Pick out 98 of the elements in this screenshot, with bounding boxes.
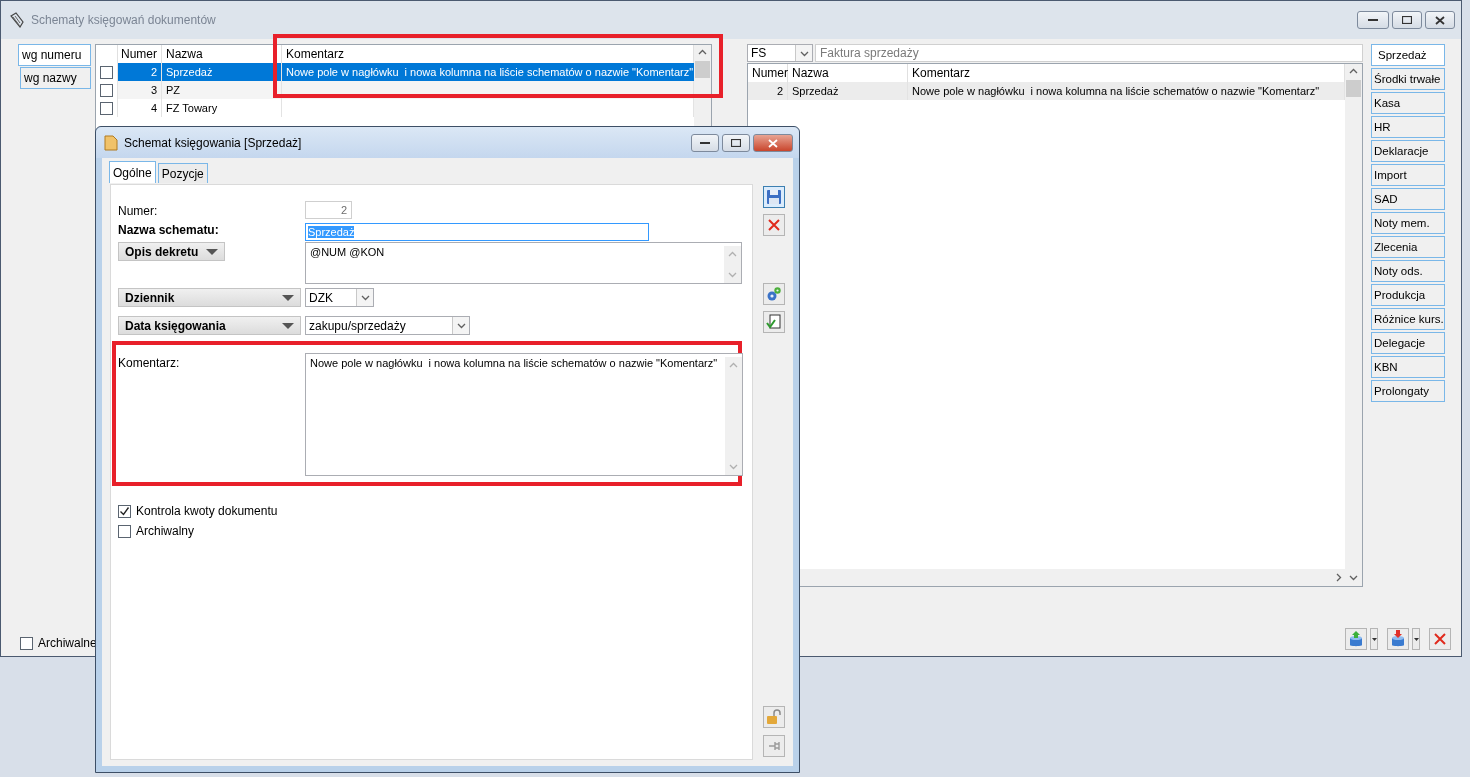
- caret-icon: [206, 248, 218, 255]
- tab[interactable]: Ogólne: [109, 161, 156, 183]
- caret-icon: [282, 294, 294, 301]
- settings-button[interactable]: [763, 283, 785, 305]
- dropdown-button[interactable]: [1412, 628, 1420, 650]
- dropdown-button[interactable]: Dziennik: [118, 288, 301, 307]
- checkbox[interactable]: [100, 101, 113, 115]
- comment-field[interactable]: Nowe pole w nagłówku i nowa kolumna na liście schematów o nazwie "Komentarz": [305, 353, 743, 476]
- checkbox[interactable]: [118, 504, 131, 518]
- pin-icon: [767, 739, 781, 753]
- table-cell: PZ: [162, 81, 282, 99]
- maximize-icon: [731, 139, 741, 147]
- chevron-up-icon: [729, 361, 738, 370]
- category-tab[interactable]: KBN: [1371, 356, 1445, 378]
- maximize-icon: [1402, 16, 1412, 24]
- table-cell: 3: [118, 81, 162, 99]
- journal-dropdown[interactable]: DZK: [305, 288, 374, 307]
- checkbox[interactable]: [100, 65, 113, 79]
- category-tab[interactable]: Zlecenia: [1371, 236, 1445, 258]
- caret-icon: [1371, 637, 1377, 641]
- category-tab[interactable]: Różnice kurs.: [1371, 308, 1445, 330]
- table-cell: 2: [118, 63, 162, 81]
- window-title: Schemat księgowania [Sprzedaż]: [124, 135, 303, 150]
- check-button[interactable]: [763, 311, 785, 333]
- maximize-button[interactable]: [722, 134, 750, 152]
- sort-tab[interactable]: wg nazwy: [20, 67, 91, 89]
- checkbox[interactable]: [118, 524, 131, 538]
- tab[interactable]: Pozycje: [157, 163, 208, 183]
- description-field[interactable]: @NUM @KON: [305, 242, 742, 284]
- category-tab[interactable]: HR: [1371, 116, 1445, 138]
- field-label: Numer:: [118, 203, 159, 218]
- field-label: Komentarz:: [118, 355, 181, 372]
- checkbox[interactable]: [100, 83, 113, 97]
- checkbox[interactable]: [20, 636, 33, 650]
- checkbox-label: Archiwalne: [38, 636, 97, 650]
- category-tab[interactable]: Deklaracje: [1371, 140, 1445, 162]
- table-cell: 2: [748, 82, 788, 100]
- delete-button[interactable]: [763, 214, 785, 236]
- category-tab[interactable]: Delegacje: [1371, 332, 1445, 354]
- close-icon: [1435, 15, 1445, 25]
- delete-icon: [767, 218, 781, 232]
- document-icon: [104, 134, 118, 151]
- table-cell: Sprzedaż: [788, 82, 908, 100]
- close-button[interactable]: [1425, 11, 1455, 29]
- field-label: Nazwa schematu:: [118, 223, 220, 237]
- chevron-down-icon: [1349, 573, 1358, 582]
- chevron-down-icon: [728, 270, 737, 279]
- scrollbar-thumb[interactable]: [1346, 80, 1361, 97]
- category-tab[interactable]: Środki trwałe: [1371, 68, 1445, 90]
- minimize-icon: [700, 141, 710, 145]
- maximize-button[interactable]: [1392, 11, 1422, 29]
- dropdown-button[interactable]: [1370, 628, 1378, 650]
- save-button[interactable]: [763, 186, 785, 208]
- window-title: Schematy księgowań dokumentów: [31, 13, 217, 27]
- database-up-arrow-icon: [1348, 630, 1364, 648]
- caret-icon: [282, 322, 294, 329]
- chevron-down-icon: [360, 293, 370, 302]
- save-icon: [766, 189, 782, 205]
- document-check-icon: [766, 314, 782, 330]
- chevron-up-icon: [728, 250, 737, 259]
- category-tab[interactable]: Import: [1371, 164, 1445, 186]
- caret-icon: [1413, 637, 1419, 641]
- category-tab[interactable]: Prolongaty: [1371, 380, 1445, 402]
- category-tab[interactable]: SAD: [1371, 188, 1445, 210]
- delete-icon: [1433, 632, 1447, 646]
- dropdown-button[interactable]: Data księgowania: [118, 316, 301, 335]
- scrollbar-thumb[interactable]: [695, 61, 710, 78]
- close-icon: [768, 138, 778, 148]
- category-tab[interactable]: Produkcja: [1371, 284, 1445, 306]
- minimize-button[interactable]: [691, 134, 719, 152]
- category-tab[interactable]: Noty mem.: [1371, 212, 1445, 234]
- scrollbar[interactable]: [1345, 64, 1362, 569]
- database-down-arrow-icon: [1390, 630, 1406, 648]
- app-icon: [9, 12, 25, 28]
- sort-tab[interactable]: wg numeru: [18, 44, 91, 66]
- chevron-up-icon: [1349, 67, 1358, 76]
- date-type-dropdown[interactable]: zakupu/sprzedaży: [305, 316, 470, 335]
- import-button[interactable]: [1387, 628, 1409, 650]
- gears-icon: [766, 286, 782, 302]
- padlock-icon: [766, 709, 782, 725]
- category-tab[interactable]: Sprzedaż: [1371, 44, 1445, 66]
- chevron-down-icon: [729, 462, 738, 471]
- chevron-right-icon: [1334, 573, 1343, 582]
- minimize-button[interactable]: [1357, 11, 1389, 29]
- document-type-name: Faktura sprzedaży: [815, 44, 1363, 62]
- category-tab[interactable]: Kasa: [1371, 92, 1445, 114]
- category-tab[interactable]: Noty ods.: [1371, 260, 1445, 282]
- chevron-up-icon: [698, 48, 707, 57]
- delete-button[interactable]: [1429, 628, 1451, 650]
- chevron-down-icon: [456, 321, 466, 330]
- document-type-dropdown[interactable]: FS: [747, 44, 813, 62]
- dropdown-button[interactable]: Opis dekretu: [118, 242, 225, 261]
- table-cell: Nowe pole w nagłówku i nowa kolumna na liście schematów o nazwie "Komentarz": [908, 82, 1345, 100]
- table-cell: Sprzedaż: [162, 63, 282, 81]
- minimize-icon: [1368, 18, 1378, 22]
- checkbox-label: Archiwalny: [136, 524, 195, 538]
- checkbox-label: Kontrola kwoty dokumentu: [136, 504, 278, 518]
- export-button[interactable]: [1345, 628, 1367, 650]
